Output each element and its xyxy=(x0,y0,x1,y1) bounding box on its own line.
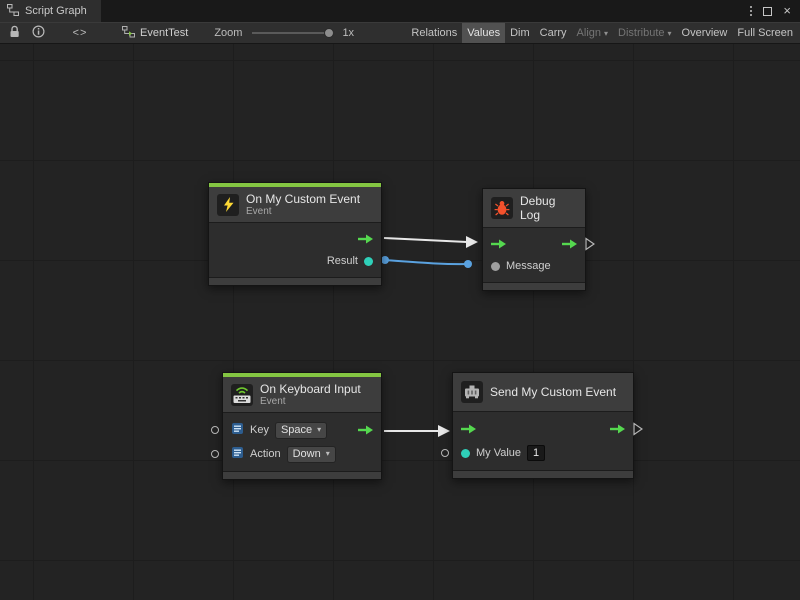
dim-button[interactable]: Dim xyxy=(505,23,535,43)
lightning-icon xyxy=(217,194,239,216)
action-dropdown[interactable]: Down ▾ xyxy=(287,446,336,463)
window-controls: × xyxy=(750,0,800,22)
node-footer xyxy=(483,282,585,290)
keycode-type-icon xyxy=(231,446,244,462)
my-value-input[interactable]: 1 xyxy=(527,445,545,461)
flow-output-port[interactable] xyxy=(358,234,373,244)
chevron-down-icon: ▾ xyxy=(317,424,321,436)
message-value-port[interactable] xyxy=(491,262,500,271)
node-title-line2: Log xyxy=(520,208,555,222)
window-menu-icon[interactable] xyxy=(750,6,752,16)
result-value-port[interactable] xyxy=(364,257,373,266)
zoom-value: 1x xyxy=(342,27,354,39)
node-title: Debug xyxy=(520,194,555,208)
action-port-label: Action xyxy=(250,448,281,460)
graph-asset[interactable]: EventTest xyxy=(122,26,188,41)
node-footer xyxy=(223,471,381,479)
flow-output-port[interactable] xyxy=(562,239,577,249)
my-value-port-label: My Value xyxy=(476,447,521,459)
flow-input-port[interactable] xyxy=(491,239,506,249)
node-body: Result xyxy=(209,222,381,277)
node-footer xyxy=(453,470,633,478)
keycode-type-icon xyxy=(231,422,244,438)
info-icon xyxy=(32,25,45,41)
unit-machine-icon xyxy=(461,381,483,403)
value-wire-result-to-message[interactable] xyxy=(381,256,472,268)
zoom-slider-knob[interactable] xyxy=(324,28,334,38)
node-on-keyboard-input[interactable]: On Keyboard Input Event Key Space xyxy=(222,372,382,480)
flow-output-port[interactable] xyxy=(610,424,625,434)
chevron-down-icon: ▾ xyxy=(326,448,330,460)
code-icon: <> xyxy=(73,27,88,39)
graph-canvas[interactable]: On My Custom Event Event Result xyxy=(0,44,800,600)
node-header: Send My Custom Event xyxy=(453,373,633,411)
relations-button[interactable]: Relations xyxy=(406,23,462,43)
key-input-port-circle[interactable] xyxy=(211,426,219,434)
node-title: On Keyboard Input xyxy=(260,382,361,396)
node-on-my-custom-event[interactable]: On My Custom Event Event Result xyxy=(208,182,382,286)
node-subtitle: Event xyxy=(260,396,361,407)
key-port-label: Key xyxy=(250,424,269,436)
tab-label: Script Graph xyxy=(25,5,87,17)
distribute-button[interactable]: Distribute▾ xyxy=(613,23,676,43)
node-header: Debug Log xyxy=(483,189,585,227)
message-port-label: Message xyxy=(506,260,551,272)
node-body: Message xyxy=(483,227,585,282)
flow-wire-custom-event-to-log[interactable] xyxy=(384,236,478,248)
my-value-input-port-circle[interactable] xyxy=(441,449,449,457)
script-graph-asset-icon xyxy=(122,26,135,41)
flow-output-port[interactable] xyxy=(358,425,373,435)
chevron-down-icon: ▾ xyxy=(668,29,672,38)
flow-input-port[interactable] xyxy=(461,424,476,434)
zoom-slider[interactable] xyxy=(252,32,334,34)
overview-button[interactable]: Overview xyxy=(677,23,733,43)
result-port-label: Result xyxy=(327,255,358,267)
node-footer xyxy=(209,277,381,285)
keyboard-icon xyxy=(231,384,253,406)
bug-icon xyxy=(491,197,513,219)
zoom-label: Zoom xyxy=(214,27,242,39)
align-button[interactable]: Align▾ xyxy=(572,23,613,43)
close-icon[interactable]: × xyxy=(783,6,791,16)
tab-script-graph[interactable]: Script Graph xyxy=(0,0,101,22)
lock-icon xyxy=(9,25,20,41)
edit-source-button[interactable]: <> xyxy=(68,23,92,43)
node-body: Key Space ▾ xyxy=(223,412,381,471)
node-send-my-custom-event[interactable]: Send My Custom Event xyxy=(452,372,634,479)
maximize-icon[interactable] xyxy=(763,7,772,16)
graph-name: EventTest xyxy=(140,27,188,39)
node-header: On My Custom Event Event xyxy=(209,187,381,222)
node-title: On My Custom Event xyxy=(246,192,360,206)
action-input-port-circle[interactable] xyxy=(211,450,219,458)
info-button[interactable] xyxy=(26,23,50,43)
fullscreen-button[interactable]: Full Screen xyxy=(732,23,798,43)
node-header: On Keyboard Input Event xyxy=(223,377,381,412)
toolbar-buttons: Relations Values Dim Carry Align▾ Distri… xyxy=(406,23,798,43)
carry-button[interactable]: Carry xyxy=(535,23,572,43)
window-tab-bar: Script Graph × xyxy=(0,0,800,22)
node-debug-log[interactable]: Debug Log xyxy=(482,188,586,291)
values-button[interactable]: Values xyxy=(462,23,505,43)
zoom-control: Zoom 1x xyxy=(214,27,354,39)
node-body: My Value 1 xyxy=(453,411,633,470)
node-title: Send My Custom Event xyxy=(490,385,616,399)
flow-wire-keyboard-to-send[interactable] xyxy=(384,425,450,437)
graph-tab-icon xyxy=(7,4,19,19)
continue-triangle-icon xyxy=(633,423,643,436)
node-subtitle: Event xyxy=(246,206,360,217)
connections-layer xyxy=(0,44,800,600)
lock-button[interactable] xyxy=(2,23,26,43)
chevron-down-icon: ▾ xyxy=(604,29,608,38)
my-value-port[interactable] xyxy=(461,449,470,458)
continue-triangle-icon xyxy=(585,238,595,251)
key-dropdown[interactable]: Space ▾ xyxy=(275,422,327,439)
graph-toolbar: <> EventTest Zoom 1x Relations Values Di… xyxy=(0,22,800,44)
